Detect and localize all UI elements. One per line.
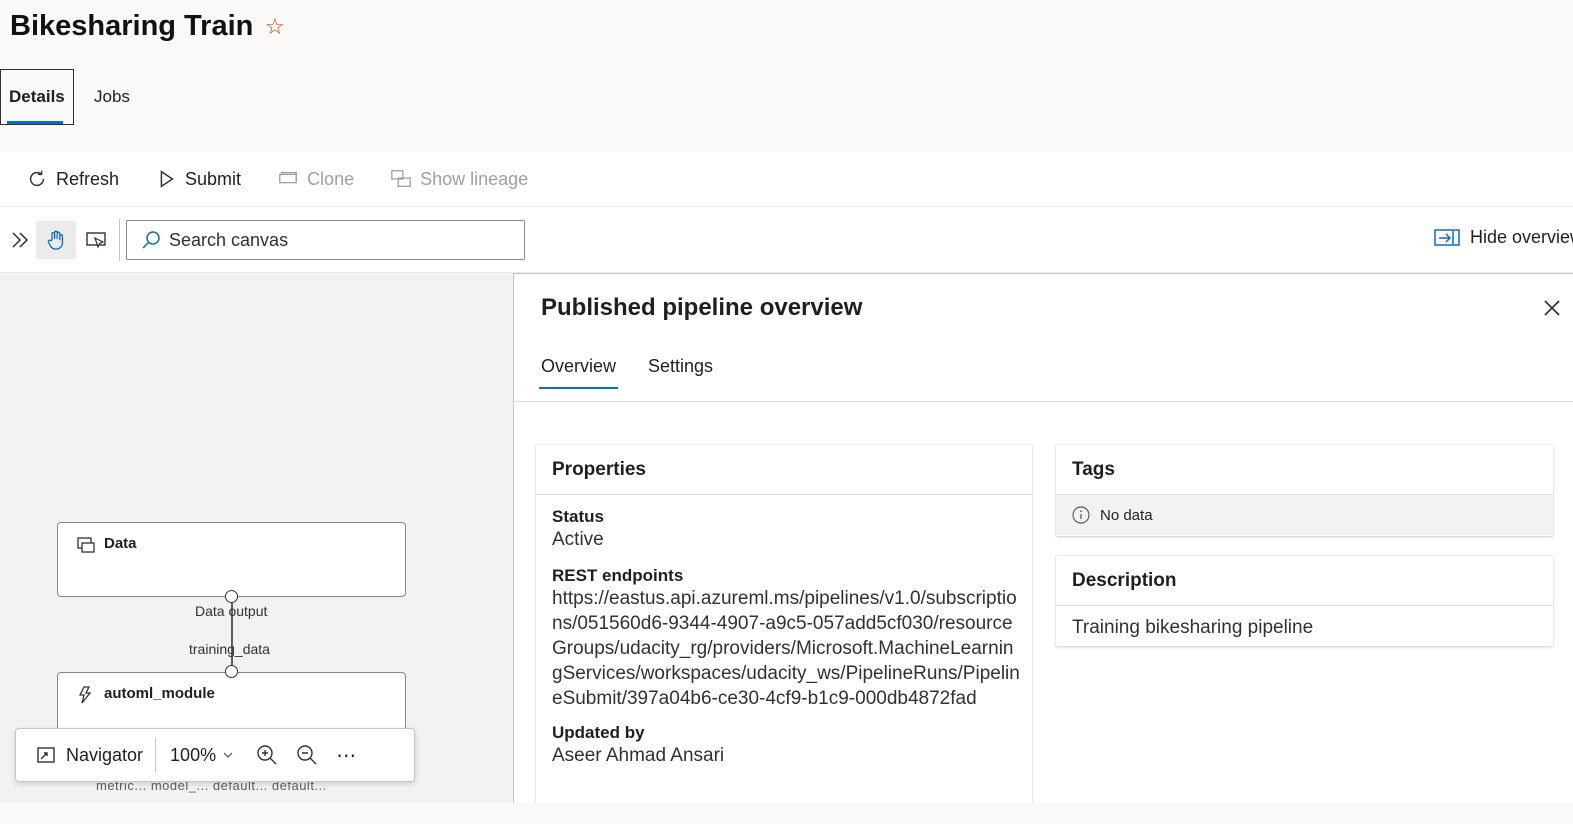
refresh-icon bbox=[29, 170, 45, 187]
pipeline-canvas[interactable]: Data Data output training_data automl_mo… bbox=[0, 273, 513, 803]
more-options-icon[interactable]: ⋯ bbox=[336, 743, 357, 768]
zoom-out-icon[interactable] bbox=[296, 744, 318, 766]
navigator-divider bbox=[155, 738, 157, 772]
tabs-divider bbox=[514, 401, 1573, 402]
description-value: Training bikesharing pipeline bbox=[1072, 617, 1314, 638]
canvas-toolbar: Search canvas Hide overview bbox=[0, 207, 1573, 273]
tab-overview[interactable]: Overview bbox=[538, 356, 619, 389]
search-canvas-input[interactable]: Search canvas bbox=[126, 220, 525, 260]
automl-icon bbox=[78, 686, 92, 704]
close-icon[interactable] bbox=[1540, 296, 1564, 320]
tags-card: Tags No data bbox=[1056, 445, 1553, 536]
command-toolbar: Refresh Submit Clone Show lineage bbox=[0, 152, 1573, 207]
clone-label: Clone bbox=[307, 168, 355, 189]
submit-button[interactable]: Submit bbox=[155, 168, 241, 190]
tab-settings-label: Settings bbox=[648, 356, 714, 376]
expand-chevrons-icon[interactable] bbox=[0, 221, 40, 259]
panel-title: Published pipeline overview bbox=[541, 294, 863, 321]
submit-label: Submit bbox=[185, 168, 242, 189]
output-port-label: Data output bbox=[195, 603, 268, 619]
data-node[interactable]: Data bbox=[57, 522, 406, 597]
updated-by-label: Updated by bbox=[552, 723, 645, 742]
play-icon bbox=[160, 170, 174, 188]
search-placeholder: Search canvas bbox=[169, 229, 289, 250]
output-port[interactable] bbox=[225, 590, 238, 603]
zoom-value: 100% bbox=[170, 744, 217, 765]
overview-panel: Published pipeline overview Overview Set… bbox=[513, 273, 1573, 803]
tab-details[interactable]: Details bbox=[0, 69, 74, 125]
tab-jobs[interactable]: Jobs bbox=[86, 69, 138, 125]
tags-empty-state: No data bbox=[1056, 495, 1553, 535]
properties-heading: Properties bbox=[536, 445, 1032, 495]
hide-overview-button[interactable]: Hide overview bbox=[1434, 227, 1573, 248]
properties-card: Properties Status Active REST endpoints … bbox=[536, 445, 1032, 803]
no-data-text: No data bbox=[1100, 506, 1153, 524]
zoom-dropdown[interactable]: 100% bbox=[170, 745, 234, 766]
updated-by-value: Aseer Ahmad Ansari bbox=[552, 745, 725, 766]
toolbar-divider bbox=[119, 219, 120, 261]
automl-node-label: automl_module bbox=[104, 685, 215, 702]
navigator-icon bbox=[37, 747, 55, 763]
zoom-in-icon[interactable] bbox=[256, 744, 278, 766]
favorite-star-icon[interactable]: ☆ bbox=[265, 14, 285, 40]
tab-jobs-label: Jobs bbox=[94, 87, 130, 106]
show-lineage-label: Show lineage bbox=[420, 168, 529, 189]
dataset-icon bbox=[77, 537, 95, 553]
bottom-strip bbox=[0, 803, 1573, 824]
input-port-label: training_data bbox=[189, 641, 270, 657]
clone-button[interactable]: Clone bbox=[277, 168, 354, 190]
refresh-label: Refresh bbox=[56, 168, 120, 189]
description-card: Description Training bikesharing pipelin… bbox=[1056, 556, 1553, 646]
page-title: Bikesharing Train bbox=[10, 10, 254, 42]
hide-overview-label: Hide overview bbox=[1470, 227, 1573, 247]
status-value: Active bbox=[552, 529, 604, 550]
data-node-label: Data bbox=[104, 535, 137, 552]
navigator-bar: Navigator 100% ⋯ bbox=[15, 728, 415, 782]
tab-settings[interactable]: Settings bbox=[648, 356, 713, 389]
clone-icon bbox=[279, 171, 297, 184]
lineage-icon bbox=[391, 170, 411, 187]
rest-endpoints-value[interactable]: https://eastus.api.azureml.ms/pipelines/… bbox=[552, 586, 1020, 711]
status-label: Status bbox=[552, 507, 604, 526]
refresh-button[interactable]: Refresh bbox=[26, 168, 119, 190]
tab-overview-label: Overview bbox=[541, 356, 617, 376]
panel-tabs: Overview Settings bbox=[538, 356, 713, 389]
select-pointer-icon[interactable] bbox=[76, 221, 116, 259]
navigator-label: Navigator bbox=[66, 744, 144, 765]
pan-hand-icon[interactable] bbox=[36, 221, 76, 259]
show-lineage-button[interactable]: Show lineage bbox=[390, 168, 528, 190]
info-icon bbox=[1072, 506, 1090, 524]
tags-heading: Tags bbox=[1056, 445, 1553, 495]
page-tabs: Details Jobs bbox=[0, 69, 138, 125]
description-heading: Description bbox=[1056, 556, 1553, 606]
search-icon bbox=[142, 231, 160, 249]
input-port[interactable] bbox=[225, 665, 238, 678]
rest-endpoints-label: REST endpoints bbox=[552, 566, 684, 585]
panel-toggle-icon bbox=[1434, 228, 1460, 246]
chevron-down-icon bbox=[223, 752, 233, 758]
navigator-button[interactable]: Navigator bbox=[36, 745, 143, 766]
tab-details-label: Details bbox=[9, 87, 65, 106]
